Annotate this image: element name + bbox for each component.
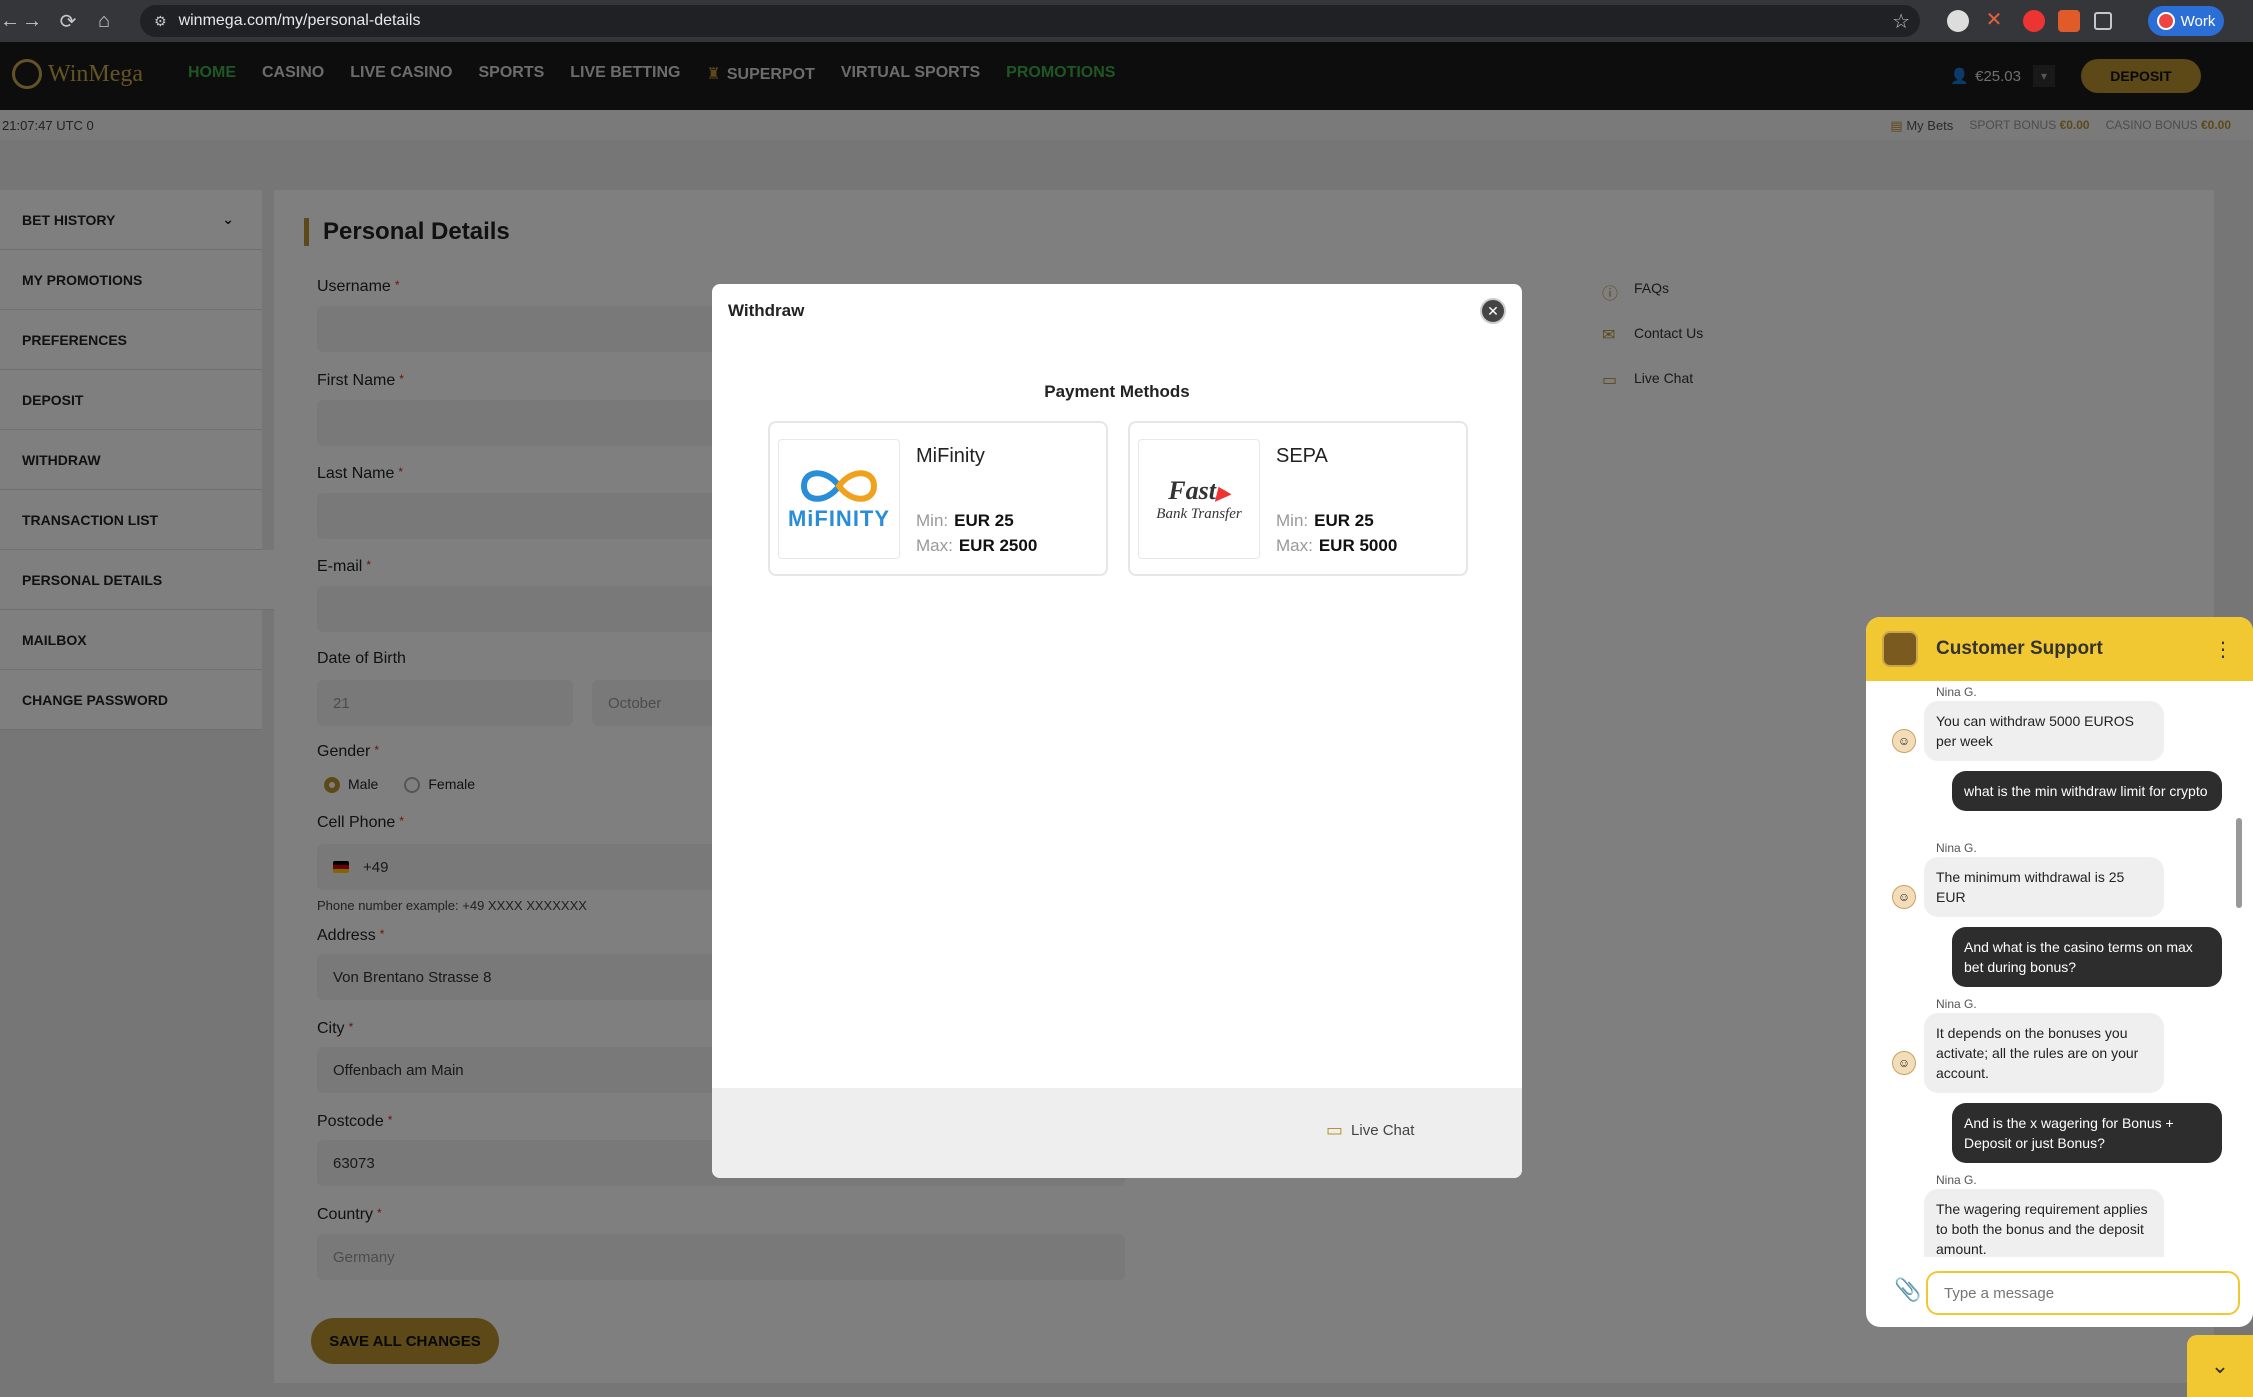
mifinity-logo-text: MiFINITY [787,506,891,531]
fast-bank-transfer-logo: Fast▶ Bank Transfer [1138,439,1260,559]
chat-title: Customer Support [1936,638,2103,659]
chevron-down-icon[interactable]: ⌄ [2187,1335,2253,1397]
min-value: EUR 25 [954,511,1014,530]
extension-icon-2[interactable]: ✕ [1983,10,2005,32]
address-bar[interactable]: ⚙ winmega.com/my/personal-details ☆ [140,5,1920,37]
modal-live-chat-link[interactable]: ▭ Live Chat [1326,1120,1414,1141]
fast-logo-word: Fast [1168,475,1216,505]
min-limit: Min: EUR 25 [1276,511,1374,531]
fast-logo-text: Fast▶ [1168,476,1230,506]
back-icon[interactable]: ← [0,10,20,33]
bank-transfer-logo-text: Bank Transfer [1156,505,1242,522]
forward-icon[interactable]: → [14,10,50,33]
arrow-icon: ▶ [1215,482,1230,503]
max-limit: Max: EUR 2500 [916,536,1037,556]
payment-method-mifinity[interactable]: MiFINITY MiFinity Min: EUR 25 Max: EUR 250… [768,421,1108,576]
agent-message: It depends on the bonuses you activate; … [1924,1013,2164,1093]
profile-label: Work [2180,12,2216,30]
modal-footer: ▭ Live Chat [712,1088,1522,1178]
message-sender: Nina G. [1936,841,1977,855]
support-avatar [1882,631,1918,667]
extensions-puzzle-icon[interactable] [2094,12,2112,30]
profile-button[interactable]: Work [2148,6,2224,36]
chat-message-input[interactable] [1926,1271,2240,1315]
max-label: Max: [916,536,953,555]
chat-bubble-icon: ▭ [1326,1120,1344,1140]
site-settings-icon[interactable]: ⚙ [154,13,167,30]
agent-avatar: ☺ [1892,1051,1916,1075]
agent-avatar: ☺ [1892,729,1916,753]
customer-support-chat: Customer Support ⋮ Nina G. You can withd… [1866,617,2253,1327]
min-label: Min: [1276,511,1309,530]
user-message: And what is the casino terms on max bet … [1952,927,2222,987]
extension-icon-4[interactable] [2058,10,2080,32]
extension-icon-3[interactable] [2023,10,2045,32]
chat-header: Customer Support ⋮ [1866,617,2253,681]
user-message: And is the x wagering for Bonus + Deposi… [1952,1103,2222,1163]
payment-methods-heading: Payment Methods [1044,382,1190,401]
chat-scrollbar[interactable] [2236,818,2242,908]
user-message: what is the min withdraw limit for crypt… [1952,771,2222,811]
agent-avatar: ☺ [1892,885,1916,909]
message-sender: Nina G. [1936,1173,1977,1187]
payment-method-name: SEPA [1276,445,1328,467]
payment-method-name: MiFinity [916,445,985,467]
max-value: EUR 5000 [1318,536,1398,555]
modal-live-chat-label: Live Chat [1351,1122,1415,1139]
modal-title: Withdraw [728,301,805,320]
min-limit: Min: EUR 25 [916,511,1014,531]
withdraw-modal: Withdraw ✕ Payment Methods MiFINITY MiFi… [712,284,1522,1178]
home-icon[interactable]: ⌂ [86,10,122,33]
chat-input-row: 📎 [1866,1257,2253,1327]
agent-message: You can withdraw 5000 EUROS per week [1924,701,2164,761]
mifinity-logo: MiFINITY [778,439,900,559]
agent-message: The minimum withdrawal is 25 EUR [1924,857,2164,917]
message-sender: Nina G. [1936,685,1977,699]
browser-toolbar: ← → ⟳ ⌂ ⚙ winmega.com/my/personal-detail… [0,0,2253,42]
message-sender: Nina G. [1936,997,1977,1011]
agent-message: The wagering requirement applies to both… [1924,1189,2164,1257]
close-icon[interactable]: ✕ [1480,298,1506,324]
max-value: EUR 2500 [958,536,1038,555]
url-text: winmega.com/my/personal-details [178,12,421,29]
profile-avatar [2156,12,2175,30]
more-options-icon[interactable]: ⋮ [2213,637,2233,662]
chat-messages[interactable]: Nina G. You can withdraw 5000 EUROS per … [1866,681,2253,1257]
extension-icon-1[interactable] [1947,10,1969,32]
min-label: Min: [916,511,949,530]
min-value: EUR 25 [1314,511,1374,530]
max-label: Max: [1276,536,1313,555]
infinity-icon [800,470,878,502]
paperclip-icon[interactable]: 📎 [1894,1277,1921,1303]
reload-icon[interactable]: ⟳ [50,9,86,34]
payment-method-sepa[interactable]: Fast▶ Bank Transfer SEPA Min: EUR 25 Max:… [1128,421,1468,576]
bookmark-star-icon[interactable]: ☆ [1892,9,1910,34]
max-limit: Max: EUR 5000 [1276,536,1397,556]
